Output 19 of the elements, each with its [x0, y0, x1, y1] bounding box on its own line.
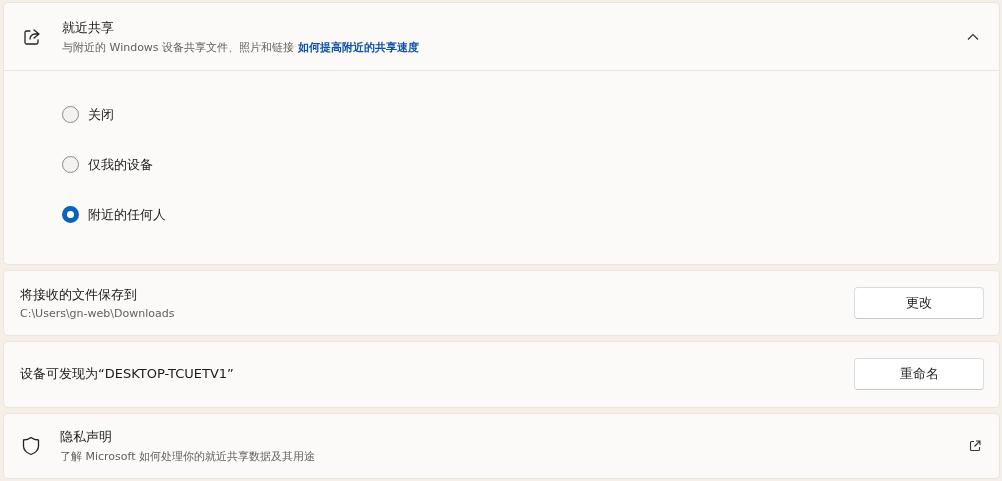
section-title: 隐私声明	[60, 427, 113, 446]
section-description: 了解 Microsoft 如何处理你的就近共享数据及其用途	[60, 448, 317, 464]
setting-label: 将接收的文件保存到	[20, 286, 138, 305]
radio-button[interactable]	[62, 206, 79, 223]
section-title: 就近共享	[62, 18, 115, 37]
change-button[interactable]: 更改	[854, 287, 984, 320]
radio-label: 仅我的设备	[88, 155, 153, 174]
section-description: 与附近的 Windows 设备共享文件、照片和链接	[62, 40, 295, 54]
external-link-icon[interactable]	[969, 439, 981, 452]
rename-button[interactable]: 重命名	[854, 358, 984, 391]
folder-path: C:\Users\gn-web\Downloads	[20, 307, 176, 321]
radio-label: 附近的任何人	[88, 205, 166, 224]
setting-label: 设备可发现为“DESKTOP-TCUETV1”	[20, 365, 235, 384]
radio-label: 关闭	[88, 105, 114, 124]
chevron-icon[interactable]	[967, 32, 979, 41]
radio-button[interactable]	[62, 106, 79, 123]
shield-icon	[22, 435, 40, 456]
help-link[interactable]: 如何提高附近的共享速度	[297, 40, 419, 54]
radio-button[interactable]	[62, 156, 79, 173]
